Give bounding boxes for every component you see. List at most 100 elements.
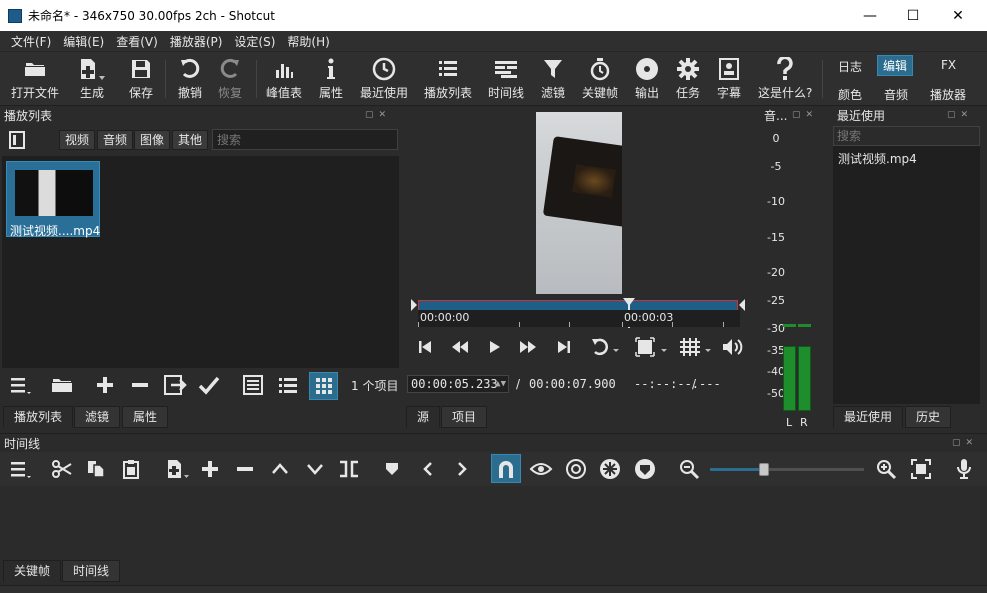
previous-marker-icon[interactable]: [417, 457, 439, 481]
tab-playlist[interactable]: 播放列表: [3, 406, 74, 428]
mode-player[interactable]: 播放器: [925, 85, 971, 104]
ripple-icon[interactable]: [563, 457, 589, 481]
mode-color[interactable]: 颜色: [833, 85, 867, 104]
keyframes-button[interactable]: 关键帧: [582, 56, 618, 104]
zoom-fit-timeline-icon[interactable]: [908, 457, 934, 481]
remove-icon[interactable]: [128, 373, 152, 397]
filter-image[interactable]: 图像: [134, 130, 171, 150]
zoom-fit-icon[interactable]: [632, 335, 670, 359]
recent-item[interactable]: 测试视频.mp4: [838, 150, 917, 167]
zoom-out-icon[interactable]: [676, 457, 702, 481]
mode-log[interactable]: 日志: [833, 57, 867, 76]
minimize-button[interactable]: —: [847, 0, 893, 31]
redo-button[interactable]: 恢复: [218, 56, 242, 104]
playlist-button[interactable]: 播放列表: [424, 56, 472, 104]
timeline-button[interactable]: 时间线: [488, 56, 524, 104]
scrub-while-dragging-icon[interactable]: [528, 457, 554, 481]
play-icon[interactable]: [484, 336, 504, 358]
mode-fx[interactable]: FX: [936, 57, 961, 73]
menu-settings[interactable]: 设定(S): [229, 33, 280, 50]
timeline-menu-icon[interactable]: [8, 457, 34, 481]
overwrite-icon[interactable]: [303, 457, 327, 481]
jobs-button[interactable]: 任务: [676, 56, 700, 104]
open-folder-icon[interactable]: [48, 373, 76, 397]
audio-meter-float-close[interactable]: ▢✕: [792, 110, 818, 120]
paste-icon[interactable]: [119, 457, 143, 481]
tab-properties[interactable]: 属性: [122, 406, 169, 428]
icon-view-icon[interactable]: [309, 372, 338, 400]
tab-keyframes[interactable]: 关键帧: [3, 560, 62, 582]
append-icon[interactable]: [163, 457, 191, 481]
ripple-markers-icon[interactable]: [632, 457, 658, 481]
grid-icon[interactable]: [676, 335, 714, 359]
skip-next-icon[interactable]: [553, 336, 575, 358]
export-button[interactable]: 输出: [635, 56, 659, 104]
playlist-menu-icon[interactable]: [8, 373, 34, 397]
marker-icon[interactable]: [381, 457, 403, 481]
subtitles-button[interactable]: 字幕: [717, 56, 741, 104]
next-marker-icon[interactable]: [451, 457, 473, 481]
mode-audio[interactable]: 音频: [879, 85, 913, 104]
timeline-tracks-area[interactable]: [0, 486, 987, 560]
copy-icon[interactable]: [84, 457, 108, 481]
filters-button[interactable]: 滤镜: [541, 56, 565, 104]
playlist-view-menu-icon[interactable]: [6, 129, 28, 151]
zoom-slider-handle[interactable]: [758, 463, 769, 476]
generate-button[interactable]: 生成: [77, 56, 107, 104]
ripple-all-tracks-icon[interactable]: [597, 457, 623, 481]
list-view-icon[interactable]: [276, 373, 300, 397]
timeline-panel-float-close[interactable]: ▢✕: [952, 438, 978, 448]
menu-help[interactable]: 帮助(H): [282, 33, 334, 50]
ripple-delete-icon[interactable]: [233, 457, 257, 481]
recent-panel-float-close[interactable]: ▢✕: [947, 110, 973, 120]
filter-audio[interactable]: 音频: [97, 130, 134, 150]
menu-view[interactable]: 查看(V): [111, 33, 163, 50]
snap-icon[interactable]: [491, 454, 521, 483]
close-button[interactable]: ✕: [935, 0, 981, 31]
menu-edit[interactable]: 编辑(E): [58, 33, 109, 50]
cut-icon[interactable]: [50, 457, 74, 481]
tab-filters[interactable]: 滤镜: [74, 406, 121, 428]
fast-forward-icon[interactable]: [516, 336, 540, 358]
tab-source[interactable]: 源: [406, 406, 441, 428]
checkmark-icon[interactable]: [197, 373, 221, 397]
details-view-icon[interactable]: [241, 373, 265, 397]
tab-recent[interactable]: 最近使用: [833, 406, 904, 428]
properties-button[interactable]: 属性: [319, 56, 343, 104]
zoom-in-icon[interactable]: [873, 457, 899, 481]
playlist-panel-float-close[interactable]: ▢✕: [365, 110, 391, 120]
skip-previous-icon[interactable]: [414, 336, 436, 358]
playlist-item[interactable]: 测试视频....mp4: [6, 161, 100, 238]
zoom-slider-track[interactable]: [710, 463, 864, 476]
rewind-icon[interactable]: [448, 336, 472, 358]
menu-player[interactable]: 播放器(P): [165, 33, 228, 50]
split-icon[interactable]: [337, 457, 361, 481]
in-out-timecode: --:--:--.---: [634, 377, 721, 391]
maximize-button[interactable]: ☐: [890, 0, 936, 31]
shotcut-window: 未命名* - 346x750 30.00fps 2ch - Shotcut — …: [0, 0, 987, 593]
undo-button[interactable]: 撤销: [178, 56, 202, 104]
mode-edit[interactable]: 编辑: [877, 55, 914, 76]
menu-file[interactable]: 文件(F): [6, 33, 56, 50]
tab-timeline[interactable]: 时间线: [62, 560, 121, 582]
filter-video[interactable]: 视频: [59, 130, 96, 150]
filter-other[interactable]: 其他: [172, 130, 209, 150]
add-icon[interactable]: [93, 373, 117, 397]
update-icon[interactable]: [162, 373, 188, 397]
playlist-search-input[interactable]: [212, 129, 398, 150]
tab-project[interactable]: 项目: [441, 406, 488, 428]
ripple-add-icon[interactable]: [198, 457, 222, 481]
portrait-icon: [718, 56, 740, 82]
peak-meter-button[interactable]: 峰值表: [266, 56, 302, 104]
lift-icon[interactable]: [268, 457, 292, 481]
volume-icon[interactable]: [720, 335, 746, 359]
recent-search-input[interactable]: [833, 126, 980, 146]
recent-button[interactable]: 最近使用: [360, 56, 408, 104]
microphone-icon[interactable]: [952, 457, 976, 481]
loop-icon[interactable]: [588, 335, 622, 359]
tab-history[interactable]: 历史: [905, 406, 952, 428]
save-button[interactable]: 保存: [129, 56, 153, 104]
whats-this-button[interactable]: 这是什么?: [758, 56, 812, 104]
open-file-button[interactable]: 打开文件: [11, 56, 59, 104]
position-timecode[interactable]: 00:00:05.233 ▲▼: [407, 375, 509, 393]
